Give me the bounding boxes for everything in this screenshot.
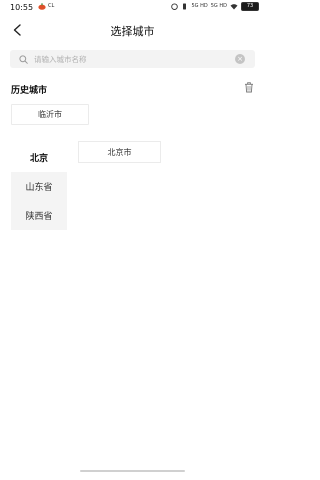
clear-history-button[interactable] [243,82,254,93]
province-item-beijing[interactable]: 北京 [11,143,67,172]
trash-icon [244,82,253,93]
signal-text-2: 5G HD [210,3,227,9]
province-list: 北京 山东省 陕西省 [11,143,67,230]
alarm-icon [171,3,179,10]
search-bar: × [10,50,255,68]
history-section-title: 历史城市 [11,86,48,96]
vibrate-icon [183,3,187,10]
header: 选择城市 [0,18,265,44]
status-right-icons: 5G HD 5G HD 73 [171,2,259,11]
home-indicator[interactable] [80,470,185,472]
status-time: 10:55 [10,3,34,12]
clear-search-icon[interactable]: × [235,54,245,64]
battery-indicator: 73 [241,2,259,11]
status-bar: 10:55 CL 5G HD 5G HD 73 [0,0,265,16]
page-title: 选择城市 [110,25,155,38]
search-icon [18,54,28,64]
app-notification-icon [38,3,46,10]
province-item-shaanxi[interactable]: 陕西省 [11,201,67,230]
status-left-icons: CL [38,3,54,10]
signal-text-1: 5G HD [191,3,208,9]
province-item-shandong[interactable]: 山东省 [11,172,67,201]
city-chip[interactable]: 北京市 [78,141,161,163]
history-city-chip[interactable]: 临沂市 [11,104,89,125]
carrier-badge: CL [48,3,55,9]
search-input[interactable] [34,54,224,64]
wifi-icon [230,4,238,10]
